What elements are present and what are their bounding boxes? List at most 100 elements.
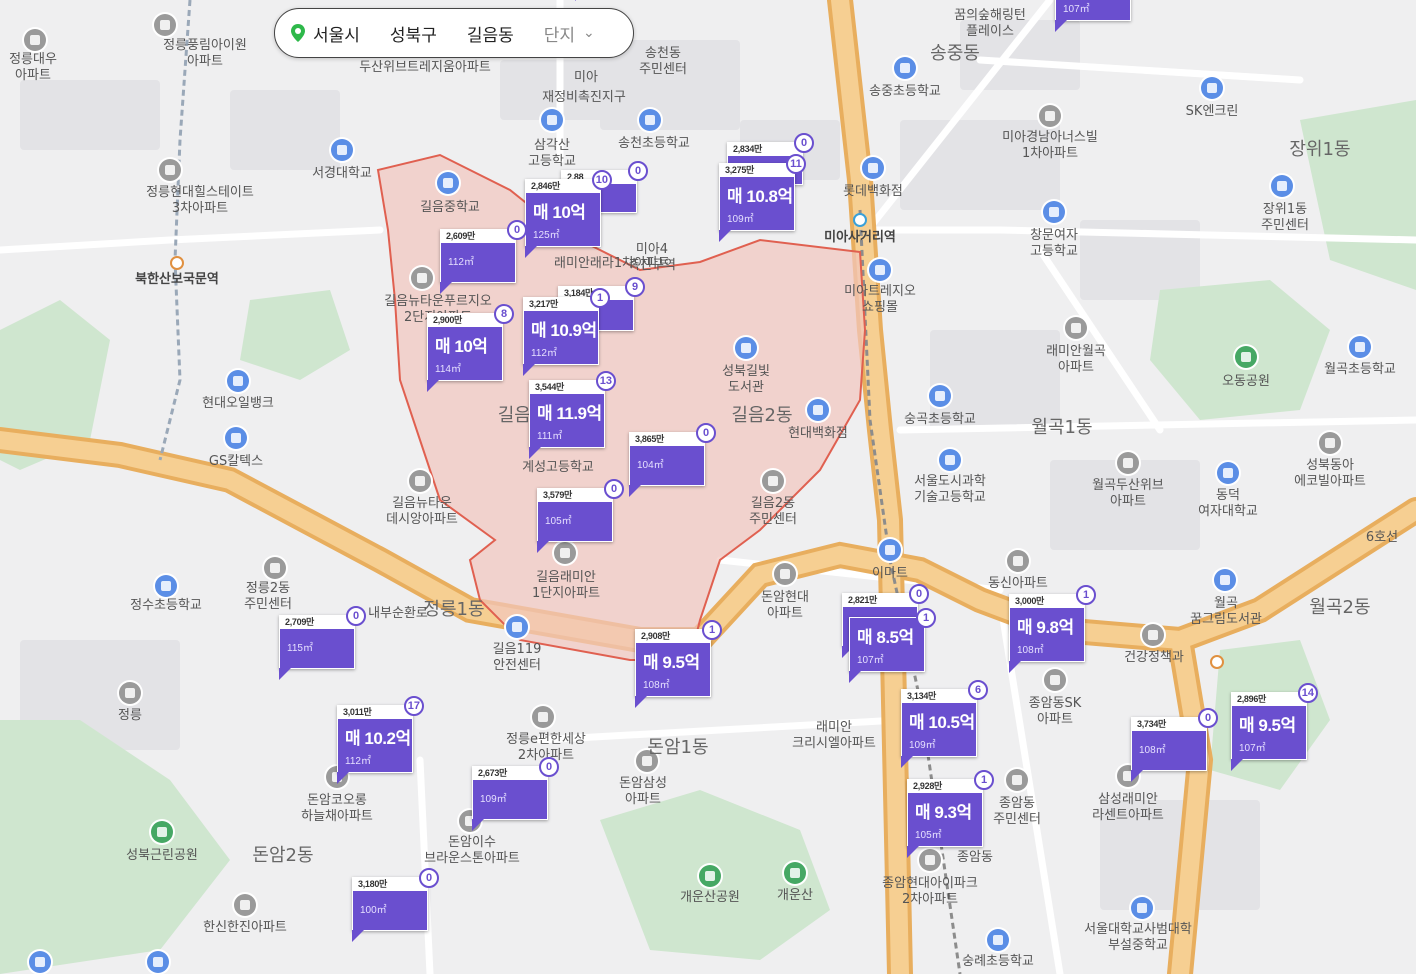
building-icon [554, 542, 576, 564]
listing-marker[interactable]: 3,865만 104㎡ 0 [629, 423, 716, 497]
listing-marker[interactable]: 3,134만 매 10.5억 109㎡ 6 [901, 680, 988, 768]
listing-marker[interactable]: 2,908만 매 9.5억 108㎡ 1 [635, 620, 722, 708]
station-bukhansan-bogungmun[interactable] [170, 256, 184, 270]
listing-marker[interactable]: 3,011만 매 10.2억 112㎡ 17 [337, 696, 424, 784]
school-icon [939, 449, 961, 471]
listing-marker[interactable]: 3,734만 108㎡ 0 [1131, 708, 1218, 782]
place-label: 롯데백화점 [843, 184, 903, 199]
place-label: 서울도시과학 기술고등학교 [914, 474, 986, 505]
listing-marker[interactable]: 2,709만 115㎡ 0 [279, 606, 366, 680]
listing-marker[interactable]: 3,544만 매 11.9억 111㎡ 13 [529, 371, 616, 459]
area-label: 정릉1동 [423, 599, 485, 620]
place-label: SK엔크린 [1185, 104, 1239, 119]
place-label: 건강정책과 [1124, 650, 1184, 665]
library-icon [735, 337, 757, 359]
place-label: 래미안 크리시엘아파트 [792, 720, 876, 751]
sale-price: 매 9.5억 [1239, 716, 1296, 735]
listing-marker[interactable]: 3,579만 105㎡ 0 [537, 479, 624, 553]
place-label: 월곡두산위브 아파트 [1092, 478, 1164, 509]
listing-marker[interactable]: 매 8.5억 107㎡ 1 [849, 608, 936, 683]
office-icon [1142, 624, 1164, 646]
school-icon [929, 385, 951, 407]
unit-area: 108㎡ [643, 680, 670, 691]
area-label: 월곡1동 [1031, 417, 1093, 438]
building-icon [409, 470, 431, 492]
map-canvas[interactable] [0, 0, 1416, 974]
school-icon [639, 109, 661, 131]
place-label: 서경대학교 [312, 166, 372, 181]
place-label: 미아경남아너스빌 1차아파트 [1002, 130, 1098, 161]
breadcrumb-city[interactable]: 서울시 [313, 21, 360, 46]
listing-marker[interactable]: 3,217만 매 10.9억 112㎡ 1 [523, 288, 610, 376]
school-icon [987, 929, 1009, 951]
unit-area: 107㎡ [1239, 743, 1266, 754]
price-per-pyeong: 2,928만 [908, 780, 982, 793]
place-label: 길음중학교 [420, 200, 480, 215]
office-icon [119, 682, 141, 704]
unit-area: 105㎡ [915, 830, 942, 841]
place-label: 동덕 여자대학교 [1198, 488, 1258, 519]
unit-area: 114㎡ [435, 364, 461, 375]
place-label: 돈암코오롱 하늘채아파트 [301, 793, 373, 824]
listing-marker[interactable]: 매 8.9억107㎡ [1055, 0, 1131, 32]
area-label: 월곡2동 [1309, 597, 1371, 618]
place-label: 6호선 [1365, 530, 1399, 545]
breadcrumb-dong[interactable]: 길음동 [467, 21, 514, 46]
price-per-pyeong: 3,134만 [902, 690, 976, 703]
sale-price: 매 10.9억 [531, 321, 597, 340]
place-label: 길음뉴타운 데시앙아파트 [386, 496, 458, 527]
unit-area: 111㎡ [537, 431, 563, 442]
school-icon [29, 951, 51, 973]
store-icon [869, 259, 891, 281]
listing-marker[interactable]: 2,846만 매 10억 125㎡ 10 [525, 170, 612, 258]
area-label: 장위1동 [1289, 139, 1351, 160]
place-label: 성북길빛 도서관 [722, 364, 770, 395]
sale-price: 매 10.2억 [345, 729, 411, 748]
chevron-down-icon[interactable]: ⌄ [583, 25, 595, 41]
price-per-pyeong: 2,673만 [473, 767, 547, 780]
sale-price: 매 10억 [533, 203, 586, 222]
place-label: 장위1동 주민센터 [1261, 202, 1309, 233]
building-icon [159, 159, 181, 181]
station-miasageori[interactable] [853, 213, 867, 227]
sale-price: 매 9.5억 [643, 653, 700, 672]
place-label: GS칼텍스 [208, 454, 264, 469]
listing-marker[interactable]: 2,900만 매 10억 114㎡ 8 [427, 304, 514, 392]
location-breadcrumb[interactable]: 서울시 성북구 길음동 단지 ⌄ [274, 8, 634, 58]
building-icon [154, 14, 176, 36]
listing-marker[interactable]: 3,275만 매 10.8억 109㎡ 11 [719, 154, 806, 242]
station-6line[interactable] [1210, 655, 1224, 669]
listing-marker[interactable]: 2,896만 매 9.5억 107㎡ 14 [1231, 683, 1318, 771]
building-icon [234, 894, 256, 916]
place-label: 송중초등학교 [869, 84, 941, 99]
listing-count-badge: 0 [539, 757, 559, 777]
price-per-pyeong: 3,011만 [338, 706, 412, 719]
listing-count-badge: 0 [507, 220, 527, 240]
unit-area: 105㎡ [545, 516, 572, 527]
location-pin-icon [291, 24, 305, 42]
place-label: 미아트레지오 쇼핑몰 [844, 284, 916, 315]
place-label: 래미안래라1차아파트 [554, 256, 670, 271]
listing-marker[interactable]: 2,673만 109㎡ 0 [472, 757, 559, 831]
store-icon [862, 157, 884, 179]
listing-marker[interactable]: 2,928만 매 9.3억 105㎡ 1 [907, 770, 994, 858]
place-label: 길음래미안 1단지아파트 [531, 570, 601, 601]
building-icon [774, 563, 796, 585]
place-label: 돈암삼성 아파트 [619, 776, 667, 807]
price-per-pyeong: 2,900만 [428, 314, 502, 327]
place-label: 현대오일뱅크 [202, 396, 274, 411]
breadcrumb-district[interactable]: 성북구 [390, 21, 437, 46]
listing-count-badge: 10 [591, 170, 612, 190]
station-label: 북한산보국문역 [135, 272, 219, 287]
price-per-pyeong: 3,734만 [1132, 718, 1206, 731]
sale-price: 매 9.8억 [1017, 618, 1074, 637]
fuel-icon [225, 427, 247, 449]
breadcrumb-scope[interactable]: 단지 [544, 21, 575, 46]
park-icon [1235, 346, 1257, 368]
place-label: 길음2동 주민센터 [749, 496, 797, 527]
listing-marker[interactable]: 2,609만 112㎡ 0 [440, 220, 527, 294]
listing-marker[interactable]: 3,000만 매 9.8억 108㎡ 1 [1009, 585, 1096, 673]
listing-marker[interactable]: 3,180만 100㎡ 0 [352, 868, 439, 942]
office-icon [1006, 769, 1028, 791]
mountain-icon [784, 862, 806, 884]
